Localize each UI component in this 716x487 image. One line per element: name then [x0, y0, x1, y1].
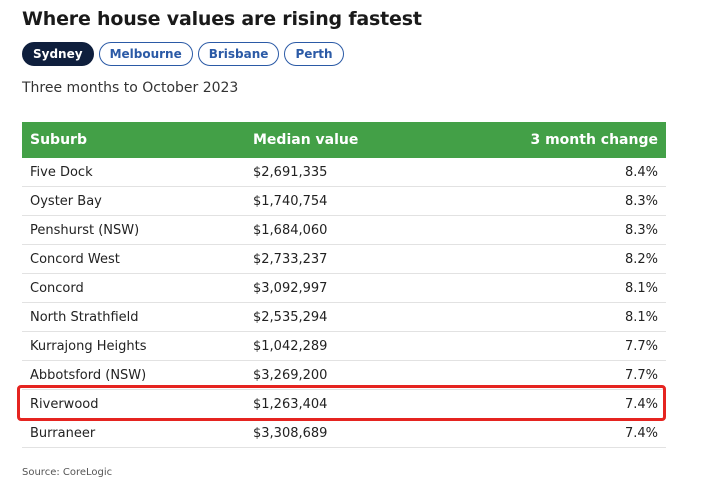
cell-suburb: Oyster Bay — [30, 193, 102, 209]
cell-suburb: Burraneer — [30, 425, 96, 441]
source-note: Source: CoreLogic — [22, 467, 113, 478]
cell-median-value: $1,684,060 — [253, 222, 328, 238]
cell-median-value: $2,733,237 — [253, 251, 328, 267]
tab-melbourne[interactable]: Melbourne — [98, 42, 193, 66]
tab-sydney[interactable]: Sydney — [22, 42, 94, 66]
cell-suburb: Concord — [30, 280, 84, 296]
cell-suburb: Kurrajong Heights — [30, 338, 147, 354]
cell-median-value: $2,535,294 — [253, 309, 328, 325]
cell-change: 8.1% — [624, 280, 658, 296]
city-tabs: Sydney Melbourne Brisbane Perth — [22, 42, 344, 66]
cell-suburb: North Strathfield — [30, 309, 139, 325]
cell-change: 7.4% — [624, 425, 658, 441]
table-row: Penshurst (NSW) $1,684,060 8.3% — [22, 216, 666, 245]
cell-suburb: Penshurst (NSW) — [30, 222, 140, 238]
table-row: Concord West $2,733,237 8.2% — [22, 245, 666, 274]
cell-suburb: Abbotsford (NSW) — [30, 367, 147, 383]
cell-change: 8.2% — [624, 251, 658, 267]
tab-brisbane[interactable]: Brisbane — [197, 42, 280, 66]
cell-median-value: $1,740,754 — [253, 193, 328, 209]
cell-suburb: Concord West — [30, 251, 120, 267]
table-row: Burraneer $3,308,689 7.4% — [22, 419, 666, 448]
cell-median-value: $3,092,997 — [253, 280, 328, 296]
page-title: Where house values are rising fastest — [22, 8, 422, 30]
cell-median-value: $3,308,689 — [253, 425, 328, 441]
cell-change: 7.7% — [624, 367, 658, 383]
cell-median-value: $2,691,335 — [253, 164, 328, 180]
header-suburb: Suburb — [30, 132, 87, 148]
cell-change: 8.4% — [624, 164, 658, 180]
cell-suburb: Five Dock — [30, 164, 93, 180]
table-row: Oyster Bay $1,740,754 8.3% — [22, 187, 666, 216]
cell-median-value: $1,042,289 — [253, 338, 328, 354]
cell-median-value: $3,269,200 — [253, 367, 328, 383]
tab-perth[interactable]: Perth — [284, 42, 344, 66]
header-3-month-change: 3 month change — [530, 132, 658, 148]
header-median-value: Median value — [253, 132, 359, 148]
subtitle: Three months to October 2023 — [22, 80, 239, 96]
highlight-box-riverwood — [17, 385, 666, 421]
table-header: Suburb Median value 3 month change — [22, 122, 666, 158]
table-row: Concord $3,092,997 8.1% — [22, 274, 666, 303]
cell-change: 8.3% — [624, 222, 658, 238]
cell-change: 8.1% — [624, 309, 658, 325]
cell-change: 7.7% — [624, 338, 658, 354]
cell-change: 8.3% — [624, 193, 658, 209]
table-row: Five Dock $2,691,335 8.4% — [22, 158, 666, 187]
table-row: Kurrajong Heights $1,042,289 7.7% — [22, 332, 666, 361]
table-row: North Strathfield $2,535,294 8.1% — [22, 303, 666, 332]
